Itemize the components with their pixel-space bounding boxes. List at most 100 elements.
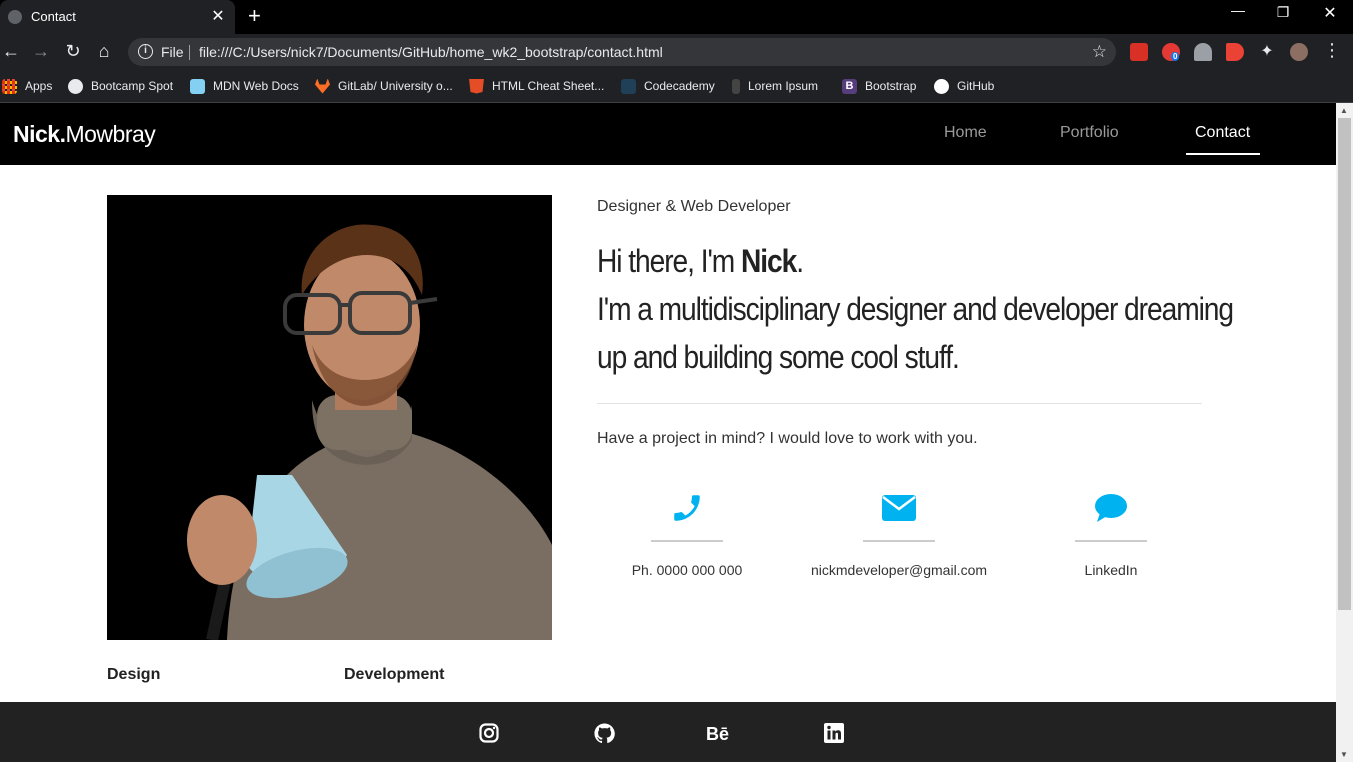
bookmark-mdn-web-docs[interactable]: MDN Web Docs (190, 77, 299, 95)
bookmark-bootstrap[interactable]: B Bootstrap (842, 77, 916, 95)
portrait-illustration (107, 195, 552, 640)
bookmarks-bar: Apps Bootcamp Spot MDN Web Docs GitLab/ … (0, 70, 1353, 103)
extension-badge-count: 0 (1171, 52, 1180, 61)
bookmark-lorem-ipsum[interactable]: Lorem Ipsum (732, 77, 818, 95)
nav-link-contact[interactable]: Contact (1195, 124, 1250, 142)
url-text[interactable]: file:///C:/Users/nick7/Documents/GitHub/… (199, 44, 663, 60)
url-scheme: File (161, 44, 184, 60)
profile-photo (107, 195, 552, 640)
contact-linkedin[interactable]: LinkedIn (1011, 488, 1211, 578)
forward-extension-icon[interactable] (1226, 43, 1244, 61)
skill-heading-development: Development (344, 666, 445, 683)
gitlab-icon (315, 78, 330, 94)
phone-icon (587, 488, 787, 528)
back-icon[interactable]: ← (0, 41, 22, 62)
tab-title: Contact (31, 9, 76, 24)
bookmark-bootcamp-spot[interactable]: Bootcamp Spot (68, 77, 173, 95)
scroll-down-icon[interactable]: ▼ (1340, 750, 1348, 759)
github-icon[interactable] (593, 722, 615, 744)
phone-number: Ph. 0000 000 000 (631, 562, 743, 578)
minimize-icon[interactable]: — (1223, 2, 1253, 18)
new-tab-icon[interactable]: + (248, 5, 261, 27)
bookmark-label: Codecademy (644, 79, 715, 93)
bookmark-codecademy[interactable]: Codecademy (621, 77, 715, 95)
nav-link-portfolio[interactable]: Portfolio (1060, 124, 1119, 142)
bookmark-label: Bootcamp Spot (91, 79, 174, 93)
brand-bold: Nick. (13, 121, 66, 147)
forward-icon[interactable]: → (30, 41, 52, 62)
contact-divider (651, 540, 723, 542)
home-icon[interactable]: ⌂ (93, 41, 115, 62)
headline-name: Nick (740, 243, 797, 279)
call-to-action-text: Have a project in mind? I would love to … (597, 430, 978, 447)
bookmark-label: GitHub (957, 79, 995, 93)
mdn-icon (190, 78, 205, 94)
bookmark-apps[interactable]: Apps (2, 77, 52, 95)
tab-strip: Contact ✕ + — ❐ ✕ (0, 0, 1353, 34)
skill-heading-design: Design (107, 666, 161, 683)
headline-line-3: up and building some cool stuff. (597, 339, 960, 375)
globe-icon (68, 78, 83, 94)
email-address: nickmdeveloper@gmail.com (810, 562, 988, 578)
bootstrap-icon: B (842, 78, 857, 94)
headline-suffix: . (796, 243, 804, 279)
page-favicon-icon (8, 10, 22, 24)
site-brand-logo[interactable]: Nick.Mowbray (13, 121, 156, 148)
site-navbar: Nick.Mowbray Home Portfolio Contact (0, 103, 1336, 165)
role-subtitle: Designer & Web Developer (597, 198, 791, 215)
profile-avatar[interactable] (1290, 43, 1308, 61)
contact-divider (863, 540, 935, 542)
reload-icon[interactable]: ↻ (62, 41, 84, 62)
tab-active[interactable]: Contact ✕ (0, 0, 235, 34)
gmail-extension-icon[interactable] (1130, 43, 1148, 61)
contact-email[interactable]: nickmdeveloper@gmail.com (799, 488, 999, 578)
bookmark-label: MDN Web Docs (213, 79, 299, 93)
headline-line-2: I'm a multidisciplinary designer and dev… (597, 291, 1234, 327)
nav-link-home[interactable]: Home (944, 124, 987, 142)
divider (189, 45, 190, 60)
lorem-icon (732, 78, 740, 94)
browser-toolbar: ← → ↻ ⌂ i File file:///C:/Users/nick7/Do… (0, 34, 1353, 70)
bookmark-label: HTML Cheat Sheet... (492, 79, 605, 93)
site-footer: Bē (0, 702, 1336, 762)
restore-icon[interactable]: ❐ (1268, 4, 1298, 21)
svg-text:Bē: Bē (706, 724, 729, 742)
codecademy-icon (621, 78, 636, 94)
bookmark-html-cheat-sheet[interactable]: HTML Cheat Sheet... (469, 77, 604, 95)
extension-badge-icon[interactable]: 0 (1162, 43, 1180, 61)
address-bar[interactable]: i File file:///C:/Users/nick7/Documents/… (128, 38, 1116, 66)
instagram-icon[interactable] (478, 722, 500, 744)
page-scrollbar[interactable]: ▲ ▼ (1336, 103, 1353, 762)
chat-bubble-icon (1011, 488, 1211, 528)
bookmark-gitlab[interactable]: GitLab/ University o... (315, 77, 453, 95)
linkedin-link: LinkedIn (1084, 562, 1138, 578)
bookmark-github[interactable]: GitHub (934, 77, 994, 95)
active-nav-indicator (1186, 153, 1260, 155)
contact-phone[interactable]: Ph. 0000 000 000 (587, 488, 787, 578)
headline-line-1: Hi there, I'm Nick. (597, 237, 1134, 285)
intro-headline: Hi there, I'm Nick. I'm a multidisciplin… (597, 237, 1234, 381)
brand-light: Mowbray (65, 121, 156, 147)
bookmark-label: GitLab/ University o... (338, 79, 453, 93)
extensions-puzzle-icon[interactable]: ✦ (1256, 41, 1278, 61)
scroll-up-icon[interactable]: ▲ (1340, 106, 1348, 115)
tab-close-icon[interactable]: ✕ (209, 6, 227, 26)
linkedin-icon[interactable] (823, 722, 845, 744)
apps-grid-icon (2, 78, 17, 94)
bookmark-star-icon[interactable]: ☆ (1092, 42, 1107, 62)
window-close-icon[interactable]: ✕ (1315, 3, 1345, 23)
bookmark-label: Apps (25, 79, 53, 93)
headline-prefix: Hi there, I'm (597, 243, 741, 279)
bookmark-label: Bootstrap (865, 79, 917, 93)
site-info-icon[interactable]: i (138, 44, 153, 59)
scrollbar-thumb[interactable] (1338, 118, 1351, 610)
browser-menu-icon[interactable]: ⋮ (1321, 40, 1343, 61)
behance-icon[interactable]: Bē (706, 722, 732, 744)
bookmark-label: Lorem Ipsum (748, 79, 819, 93)
envelope-icon (799, 488, 999, 528)
drive-extension-icon[interactable] (1194, 43, 1212, 61)
html5-icon (469, 78, 484, 94)
page-content: Nick.Mowbray Home Portfolio Contact Desi… (0, 103, 1336, 762)
section-divider (597, 403, 1202, 404)
github-icon (934, 78, 949, 94)
